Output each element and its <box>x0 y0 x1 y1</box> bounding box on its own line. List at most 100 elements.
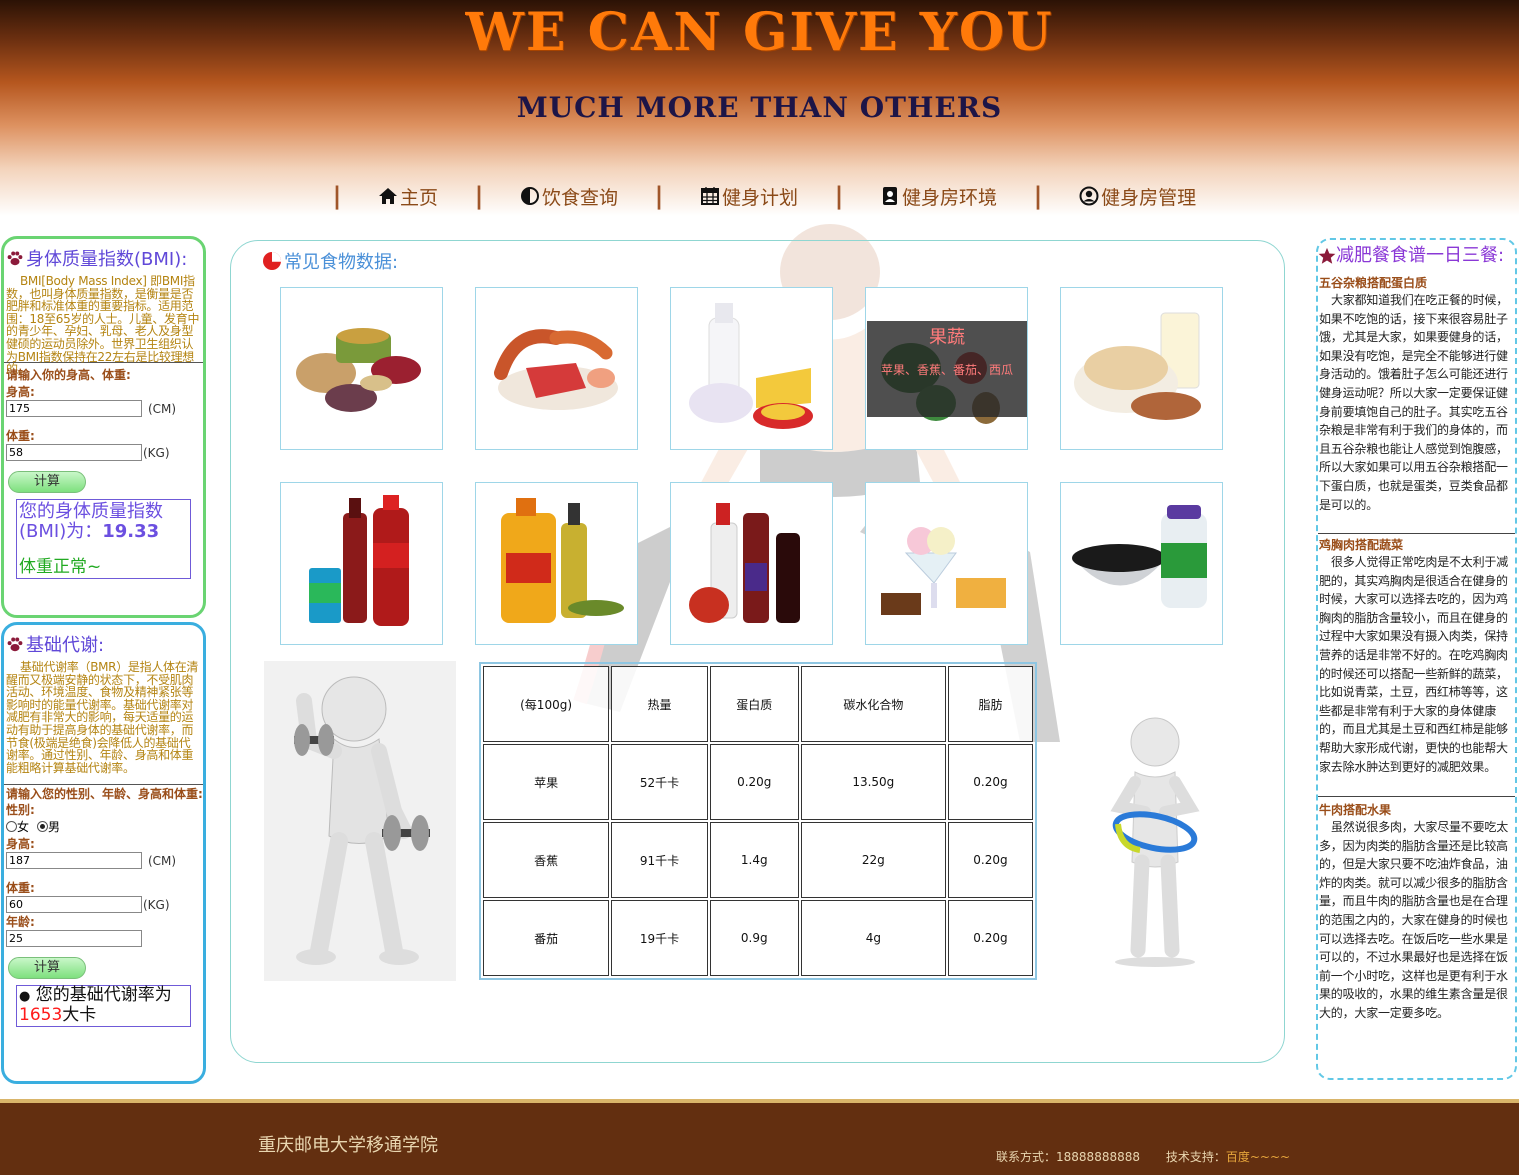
bmr-description: 基础代谢率（BMR）是指人体在清醒而又极端安静的状态下，不受肌肉活动、环境温度、… <box>4 657 203 785</box>
support-value[interactable]: 百度~~~~ <box>1226 1150 1290 1164</box>
support-label: 技术支持： <box>1165 1150 1226 1164</box>
home-icon <box>379 188 397 204</box>
bmr-result-unit: 大卡 <box>62 1005 97 1025</box>
food-tile-cooking-oil[interactable] <box>475 482 638 645</box>
table-row: 番茄 19千卡 0.9g 4g 0.20g <box>483 900 1033 976</box>
bmr-result-box: ● 您的基础代谢率为 1653大卡 <box>16 985 191 1027</box>
recipe-text: 很多人觉得正常吃肉是不太利于减肥的，其实鸡胸肉是很适合在健身的时候，大家可以选择… <box>1318 553 1515 797</box>
site-title: WE CAN GIVE YOU <box>465 2 1054 63</box>
food-tile-hover-overlay: 果蔬 苹果、香蕉、番茄、西瓜 <box>867 321 1027 417</box>
bmi-height-row: 175 (CM) <box>4 400 203 417</box>
food-tile-potato-beans[interactable] <box>280 287 443 450</box>
gender-female-radio[interactable] <box>6 821 17 832</box>
main-nav: | 主页 | 饮食查询 | 健身计划 | 健身房环境 | 健身房管理 <box>330 180 1230 212</box>
bmr-age-input[interactable]: 25 <box>6 930 142 947</box>
bmr-age-label: 年龄: <box>6 915 35 929</box>
recipe-heading: 牛肉搭配水果 <box>1319 803 1392 817</box>
table-cell: 13.50g <box>800 744 946 820</box>
soda-drinks-image <box>309 495 409 626</box>
user-circle-icon <box>1079 186 1099 206</box>
food-tile-ice-cream-dessert[interactable] <box>865 482 1028 645</box>
recipe-text: 虽然说很多肉，大家尽量不要吃太多，因为肉类的脂肪含量还是比较高的，但是大家只要不… <box>1319 820 1509 1020</box>
food-tile-sausage-meat[interactable] <box>475 287 638 450</box>
hover-title: 果蔬 <box>929 327 965 348</box>
nav-item-environment[interactable]: 健身房环境 <box>880 183 997 210</box>
bmr-title-text: 基础代谢: <box>26 635 105 656</box>
table-cell: 4g <box>800 900 946 976</box>
nav-separator: | <box>1033 182 1043 210</box>
table-header-cell: 蛋白质 <box>709 666 799 742</box>
footer-org: 重庆邮电大学移通学院 <box>258 1135 438 1156</box>
bmi-height-input[interactable]: 175 <box>6 400 142 417</box>
bmr-result-value: 1653 <box>19 1005 63 1025</box>
pie-chart-icon <box>263 252 281 270</box>
site-subtitle: MUCH MORE THAN OTHERS <box>516 91 1003 124</box>
nutrition-table: (每100g) 热量 蛋白质 碳水化合物 脂肪 苹果 52千卡 0.20g 13… <box>479 662 1037 980</box>
ice-cream-dessert-image <box>881 527 1006 615</box>
table-header-cell: (每100g) <box>483 666 610 742</box>
bmr-prompt: 请输入您的性别、年龄、身高和体重: <box>6 787 203 801</box>
paw-icon <box>7 251 23 266</box>
table-cell: 22g <box>800 822 946 898</box>
nav-item-label: 健身房管理 <box>1101 186 1197 209</box>
bmr-height-input[interactable]: 187 <box>6 852 142 869</box>
nav-item-plan[interactable]: 健身计划 <box>700 183 798 210</box>
recipe-text: 大家都知道我们在吃正餐的时候，如果不吃饱的话，接下来很容易肚子饿，尤其是大家，如… <box>1318 291 1515 534</box>
table-cell: 0.20g <box>947 744 1033 820</box>
bmi-height-unit: (CM) <box>148 401 177 416</box>
jelly-snack-image <box>1072 505 1207 608</box>
bmi-panel: 身体质量指数(BMI): BMI[Body Mass Index] 即BMI指数… <box>1 236 206 618</box>
nav-separator: | <box>474 182 484 210</box>
food-data-title: 常见食物数据: <box>262 248 398 274</box>
gender-male-label: 男 <box>48 820 61 834</box>
table-header-cell: 热量 <box>611 666 708 742</box>
contact-label: 联系方式： <box>996 1150 1057 1164</box>
star-icon <box>1318 247 1336 264</box>
food-tile-milk-cheese[interactable] <box>670 287 833 450</box>
bmi-result-value: 19.33 <box>102 521 160 542</box>
table-cell: 苹果 <box>483 744 610 820</box>
paw-icon <box>7 637 23 652</box>
calendar-icon <box>701 187 720 205</box>
bmi-height-label: 身高: <box>6 385 35 399</box>
table-row: 苹果 52千卡 0.20g 13.50g 0.20g <box>483 744 1033 820</box>
hover-subtitle: 苹果、香蕉、番茄、西瓜 <box>880 363 1013 377</box>
bmr-height-label: 身高: <box>6 837 35 851</box>
sausage-meat-image <box>494 329 618 410</box>
food-tile-sauce-bottles[interactable] <box>670 482 833 645</box>
gender-male-radio[interactable] <box>37 821 49 832</box>
nav-item-label: 健身房环境 <box>902 186 998 209</box>
nav-item-diet[interactable]: 饮食查询 <box>520 183 618 210</box>
bmr-calc-button[interactable]: 计算 <box>8 957 86 979</box>
bmi-result-box: 您的身体质量指数(BMI)为：19.33 体重正常~ <box>16 499 191 579</box>
bmr-weight-input[interactable]: 60 <box>6 896 142 913</box>
bmi-result-status: 体重正常~ <box>19 557 102 577</box>
cooking-oil-image <box>501 498 624 623</box>
bmi-prompt: 请输入你的身高、体重: <box>6 368 131 382</box>
bmi-weight-label: 体重: <box>6 429 35 443</box>
bmi-calc-button[interactable]: 计算 <box>8 471 86 493</box>
bmr-weight-label: 体重: <box>6 881 35 895</box>
table-cell: 1.4g <box>709 822 799 898</box>
food-tile-soy-milk-beans[interactable] <box>1060 287 1223 450</box>
bmi-title-text: 身体质量指数(BMI): <box>26 249 188 270</box>
nav-separator: | <box>834 182 844 210</box>
footer-contact: 联系方式：18888888888 技术支持：百度~~~~ <box>996 1148 1290 1165</box>
table-header-row: (每100g) 热量 蛋白质 碳水化合物 脂肪 <box>483 666 1033 742</box>
nav-separator: | <box>332 182 342 210</box>
nav-item-home[interactable]: 主页 <box>378 183 438 210</box>
dumbbell-figure-drawing <box>294 676 430 965</box>
footer: 重庆邮电大学移通学院 联系方式：18888888888 技术支持：百度~~~~ <box>0 1099 1519 1175</box>
table-row: 香蕉 91千卡 1.4g 22g 0.20g <box>483 822 1033 898</box>
food-data-title-text: 常见食物数据: <box>284 252 399 273</box>
nav-item-label: 主页 <box>400 186 439 209</box>
food-tile-soda-drinks[interactable] <box>280 482 443 645</box>
food-tile-jelly-snack[interactable] <box>1060 482 1223 645</box>
bmr-weight-row: 60 (KG) <box>4 896 203 913</box>
nav-separator: | <box>654 182 664 210</box>
gender-female-label: 女 <box>17 820 30 834</box>
nav-item-management[interactable]: 健身房管理 <box>1079 183 1196 210</box>
bmr-height-unit: (CM) <box>148 853 177 868</box>
table-cell: 0.20g <box>709 744 799 820</box>
bmi-weight-input[interactable]: 58 <box>6 444 142 461</box>
